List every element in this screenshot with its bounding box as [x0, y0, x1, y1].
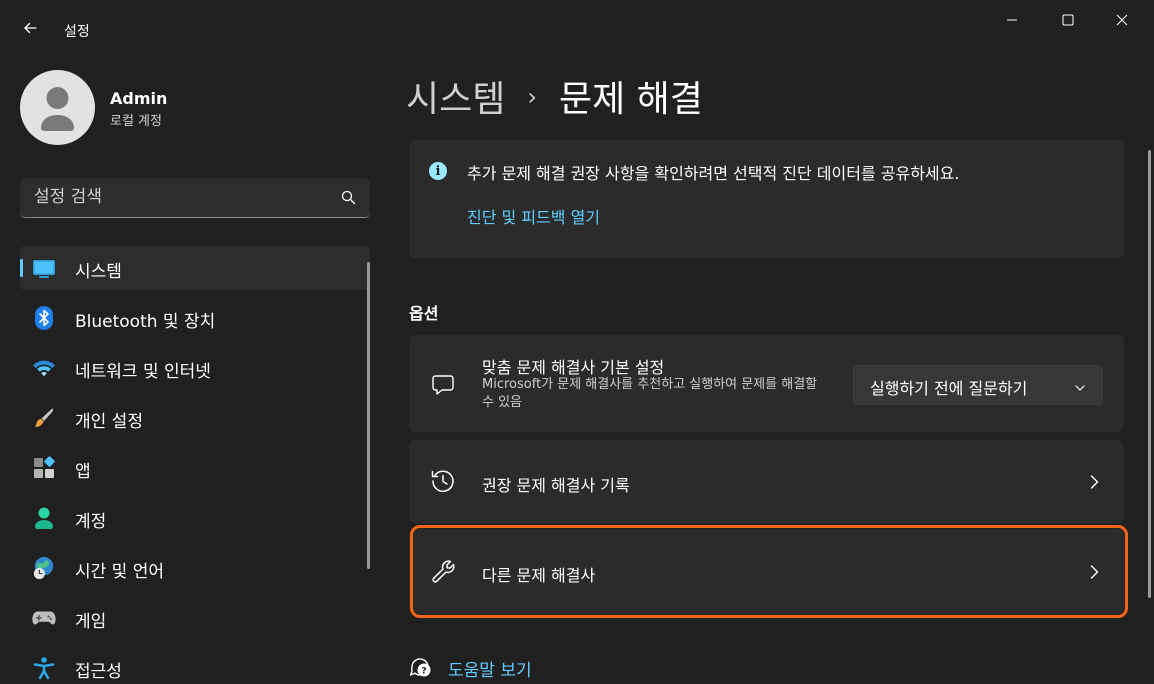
sidebar-item-label: 네트워크 및 인터넷	[75, 362, 211, 382]
paintbrush-icon	[32, 406, 56, 430]
dropdown-selected-value: 실행하기 전에 질문하기	[870, 379, 1028, 398]
gamepad-icon	[32, 606, 56, 630]
sidebar-item-label: 게임	[75, 612, 107, 632]
chevron-right-icon	[1086, 474, 1102, 490]
user-name: Admin	[110, 89, 168, 108]
search-icon[interactable]	[341, 190, 356, 209]
troubleshooter-preferences-row: 맞춤 문제 해결사 기본 설정 Microsoft가 문제 해결사를 추천하고 …	[409, 335, 1124, 432]
wrench-icon	[429, 557, 457, 585]
minimize-button[interactable]	[988, 0, 1036, 40]
chevron-down-icon	[1074, 379, 1086, 398]
get-help-label: 도움말 보기	[448, 660, 532, 681]
search-box	[20, 178, 370, 218]
sidebar-item-gaming[interactable]: 게임	[20, 596, 370, 640]
back-arrow-icon	[22, 20, 38, 40]
apps-icon	[32, 456, 56, 480]
sidebar-item-label: 시간 및 언어	[75, 562, 165, 582]
active-indicator	[20, 259, 23, 277]
options-heading: 옵션	[409, 304, 439, 323]
sidebar-item-network[interactable]: 네트워크 및 인터넷	[20, 346, 370, 390]
other-troubleshooters-row[interactable]: 다른 문제 해결사	[409, 529, 1124, 614]
close-icon	[1116, 11, 1128, 30]
maximize-button[interactable]	[1044, 0, 1092, 40]
info-icon: i	[429, 162, 447, 180]
system-monitor-icon	[32, 256, 56, 280]
history-icon	[429, 467, 457, 495]
accessibility-icon	[32, 656, 56, 680]
sidebar-item-time-language[interactable]: 시간 및 언어	[20, 546, 370, 590]
content-scrollbar[interactable]	[1148, 150, 1151, 598]
chevron-right-icon	[1086, 564, 1102, 580]
diagnostics-feedback-link[interactable]: 진단 및 피드백 열기	[467, 204, 600, 228]
sidebar-item-label: 앱	[75, 462, 91, 482]
sidebar-item-label: 시스템	[75, 262, 122, 282]
other-troubleshooters-title: 다른 문제 해결사	[482, 566, 596, 585]
sidebar-item-accessibility[interactable]: 접근성	[20, 646, 370, 684]
sidebar-item-system[interactable]: 시스템	[20, 246, 370, 290]
info-banner: i 추가 문제 해결 권장 사항을 확인하려면 선택적 진단 데이터를 공유하세…	[409, 140, 1124, 258]
breadcrumb-separator: ›	[527, 83, 537, 111]
avatar[interactable]	[20, 70, 95, 145]
globe-clock-icon	[32, 556, 56, 580]
maximize-icon	[1062, 11, 1074, 30]
history-title: 권장 문제 해결사 기록	[482, 476, 630, 495]
account-icon	[32, 506, 56, 530]
bluetooth-icon	[32, 306, 56, 330]
account-type: 로컬 계정	[110, 114, 162, 129]
app-title: 설정	[64, 24, 90, 40]
sidebar-item-label: 접근성	[75, 662, 122, 682]
troubleshooter-history-row[interactable]: 권장 문제 해결사 기록	[409, 440, 1124, 523]
search-input[interactable]	[20, 178, 330, 216]
back-button[interactable]	[10, 14, 50, 46]
svg-text:?: ?	[421, 667, 426, 677]
sidebar-item-personalization[interactable]: 개인 설정	[20, 396, 370, 440]
breadcrumb-parent[interactable]: 시스템	[406, 79, 505, 120]
close-button[interactable]	[1098, 0, 1146, 40]
get-help-link[interactable]: ? 도움말 보기	[408, 655, 532, 681]
sidebar-scrollbar[interactable]	[367, 262, 370, 569]
sidebar-item-label: 개인 설정	[75, 412, 143, 432]
help-chat-icon: ?	[408, 654, 432, 682]
sidebar-item-accounts[interactable]: 계정	[20, 496, 370, 540]
sidebar-item-bluetooth[interactable]: Bluetooth 및 장치	[20, 296, 370, 340]
minimize-icon	[1006, 11, 1018, 30]
wifi-icon	[32, 356, 56, 380]
info-banner-text: 추가 문제 해결 권장 사항을 확인하려면 선택적 진단 데이터를 공유하세요.	[467, 164, 960, 183]
user-silhouette-icon	[41, 87, 74, 131]
sidebar-item-apps[interactable]: 앱	[20, 446, 370, 490]
sidebar-item-label: 계정	[75, 512, 107, 532]
sidebar-item-label: Bluetooth 및 장치	[75, 312, 216, 332]
preferences-title: 맞춤 문제 해결사 기본 설정	[482, 358, 665, 377]
preferences-description: Microsoft가 문제 해결사를 추천하고 실행하여 문제를 해결할 수 있…	[482, 377, 818, 410]
breadcrumb: 시스템 › 문제 해결	[406, 70, 703, 122]
chat-bubble-icon	[429, 370, 457, 398]
preferences-dropdown[interactable]: 실행하기 전에 질문하기	[853, 365, 1103, 405]
page-title: 문제 해결	[558, 79, 703, 120]
